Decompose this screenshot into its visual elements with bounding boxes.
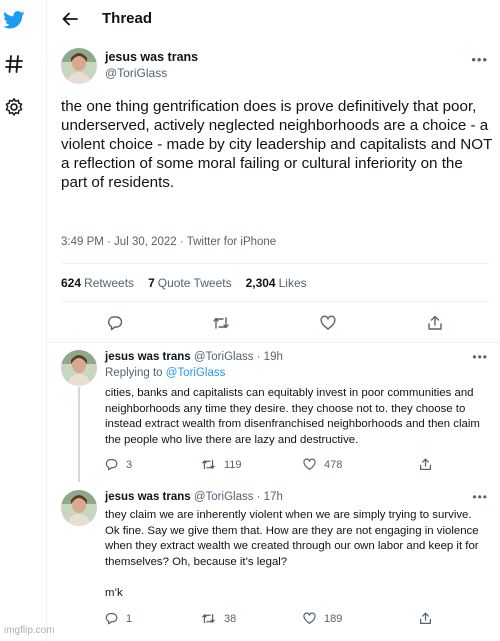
like-icon	[303, 458, 316, 470]
left-rail	[0, 0, 47, 641]
quote-tweets-stat[interactable]: 7 Quote Tweets	[148, 276, 232, 290]
tweet-text: the one thing gentrification does is pro…	[61, 98, 493, 191]
retweet-button[interactable]: 38	[201, 612, 236, 625]
retweet-button[interactable]: 119	[201, 458, 242, 471]
retweet-count: 119	[224, 458, 242, 471]
hashtag-icon[interactable]	[0, 52, 28, 76]
watermark: imgflip.com	[4, 625, 55, 636]
reply-header: jesus was trans @ToriGlass · 17h	[105, 491, 283, 503]
divider	[61, 263, 489, 264]
tweet-timestamp[interactable]: 3:49 PM · Jul 30, 2022 · Twitter for iPh…	[61, 236, 276, 248]
author-display-name[interactable]: jesus was trans	[105, 50, 198, 64]
divider	[61, 301, 489, 302]
avatar[interactable]	[61, 48, 97, 84]
avatar[interactable]	[61, 490, 97, 526]
like-count: 478	[324, 458, 343, 471]
like-icon	[303, 612, 316, 624]
retweet-icon	[202, 459, 215, 470]
like-button[interactable]: 189	[303, 612, 342, 625]
retweet-icon[interactable]	[211, 313, 231, 333]
reply-icon	[105, 459, 118, 471]
share-icon	[420, 458, 431, 470]
retweet-icon	[202, 613, 215, 624]
back-arrow-icon[interactable]	[59, 8, 81, 30]
reply-text: they claim we are inherently violent whe…	[105, 509, 479, 599]
reply-count: 3	[126, 458, 133, 471]
more-options-icon[interactable]: •••	[471, 52, 488, 67]
author-display-name[interactable]: jesus was trans	[105, 491, 191, 503]
like-icon[interactable]	[318, 313, 338, 333]
like-count: 189	[324, 612, 343, 625]
reply-icon[interactable]	[105, 313, 125, 333]
share-button[interactable]	[419, 458, 432, 471]
replying-to-link[interactable]: @ToriGlass	[166, 367, 226, 379]
share-icon[interactable]	[425, 313, 445, 333]
reply-header: jesus was trans @ToriGlass · 19h	[105, 351, 283, 363]
thread-header: Thread	[48, 0, 500, 38]
reply-text: cities, banks and capitalists can equita…	[105, 387, 480, 446]
reply-count: 1	[126, 612, 133, 625]
reply-icon	[105, 613, 118, 625]
tweet-stats: 624 Retweets 7 Quote Tweets 2,304 Likes	[61, 276, 307, 290]
share-button[interactable]	[419, 612, 432, 625]
likes-stat[interactable]: 2,304 Likes	[246, 276, 307, 290]
author-handle[interactable]: @ToriGlass	[105, 66, 167, 80]
author-handle-time[interactable]: @ToriGlass · 19h	[194, 351, 283, 363]
author-display-name[interactable]: jesus was trans	[105, 351, 191, 363]
retweets-stat[interactable]: 624 Retweets	[61, 276, 134, 290]
like-button[interactable]: 478	[303, 458, 342, 471]
page-title: Thread	[102, 10, 153, 27]
tweet-actions	[48, 313, 500, 333]
gear-icon[interactable]	[0, 95, 28, 119]
reply-button[interactable]: 1	[105, 612, 132, 625]
twitter-bird-icon[interactable]	[0, 8, 28, 32]
more-options-icon[interactable]: •••	[472, 350, 488, 364]
thread-connector-line	[78, 387, 80, 482]
reply-actions: 3 119 478	[105, 458, 485, 474]
divider	[48, 342, 500, 343]
avatar[interactable]	[61, 350, 97, 386]
author-handle-time[interactable]: @ToriGlass · 17h	[194, 491, 283, 503]
more-options-icon[interactable]: •••	[472, 490, 488, 504]
retweet-count: 38	[224, 612, 237, 625]
reply-actions: 1 38 189	[105, 612, 485, 628]
replying-to: Replying to @ToriGlass	[105, 367, 226, 379]
reply-button[interactable]: 3	[105, 458, 132, 471]
share-icon	[420, 612, 431, 624]
